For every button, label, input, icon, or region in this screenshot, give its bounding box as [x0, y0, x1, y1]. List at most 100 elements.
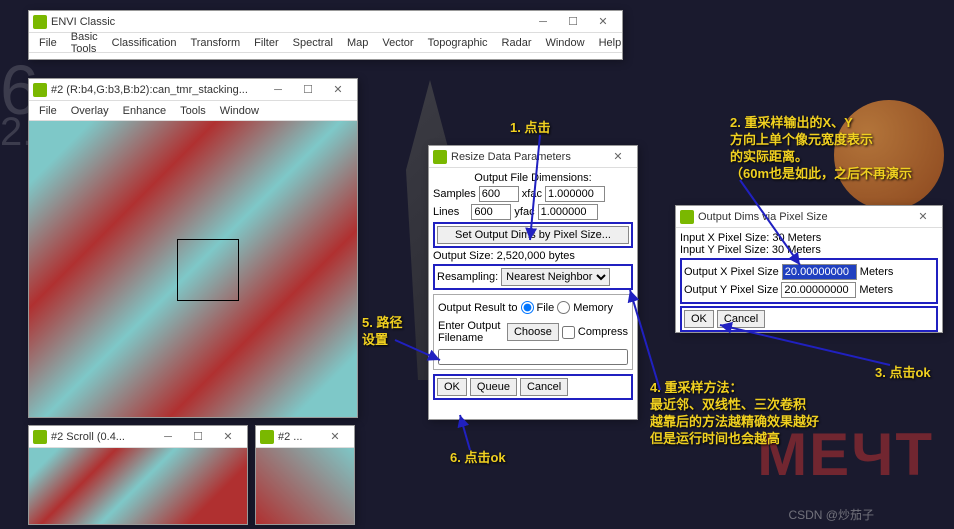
lines-label: Lines — [433, 206, 459, 218]
filename-label: Enter Output Filename — [438, 320, 504, 344]
minimize-button[interactable]: ─ — [153, 427, 183, 447]
zoom-title: #2 ... — [278, 431, 320, 443]
output-file-radio[interactable] — [521, 301, 534, 314]
envi-menubar: File Basic Tools Classification Transfor… — [29, 33, 622, 53]
annotation-4: 4. 重采样方法： 最近邻、双线性、三次卷积 越靠后的方法越精确效果越好 但是运… — [650, 380, 819, 448]
menu-window[interactable]: Window — [539, 35, 590, 51]
outdims-titlebar[interactable]: Output Dims via Pixel Size ✕ — [676, 206, 942, 228]
envi-main-window: ENVI Classic ─ ☐ ✕ File Basic Tools Clas… — [28, 10, 623, 60]
resize-data-dialog: Resize Data Parameters ✕ Output File Dim… — [428, 145, 638, 420]
cancel-button[interactable]: Cancel — [520, 378, 568, 396]
set-output-dims-button[interactable]: Set Output Dims by Pixel Size... — [437, 226, 629, 244]
menu-radar[interactable]: Radar — [496, 35, 538, 51]
samples-label: Samples — [433, 188, 476, 200]
image-canvas[interactable] — [29, 121, 357, 417]
close-button[interactable]: ✕ — [908, 207, 938, 227]
compress-checkbox[interactable] — [562, 326, 575, 339]
image-title: #2 (R:b4,G:b3,B:b2):can_tmr_stacking... — [51, 84, 263, 96]
output-y-label: Output Y Pixel Size — [684, 284, 778, 296]
image-menubar: File Overlay Enhance Tools Window — [29, 101, 357, 121]
menu-vector[interactable]: Vector — [376, 35, 419, 51]
queue-button[interactable]: Queue — [470, 378, 517, 396]
imgmenu-enhance[interactable]: Enhance — [117, 103, 172, 119]
zoom-canvas[interactable] — [256, 448, 354, 524]
menu-topographic[interactable]: Topographic — [422, 35, 494, 51]
meters-label: Meters — [860, 266, 894, 278]
scroll-canvas[interactable] — [29, 448, 247, 524]
annotation-3: 3. 点击ok — [875, 365, 931, 382]
menu-filter[interactable]: Filter — [248, 35, 284, 51]
zoom-window: #2 ... ✕ — [255, 425, 355, 525]
watermark: CSDN @炒茄子 — [788, 506, 874, 523]
cancel-button[interactable]: Cancel — [717, 310, 765, 328]
annotation-6: 6. 点击ok — [450, 450, 506, 467]
envi-app-icon — [433, 150, 447, 164]
imgmenu-tools[interactable]: Tools — [174, 103, 212, 119]
close-button[interactable]: ✕ — [320, 427, 350, 447]
annotation-1: 1. 点击 — [510, 120, 550, 137]
xfac-label: xfac — [522, 188, 542, 200]
memory-label: Memory — [573, 302, 613, 314]
resize-title: Resize Data Parameters — [451, 151, 603, 163]
envi-app-icon — [33, 83, 47, 97]
resampling-label: Resampling: — [437, 271, 498, 283]
ok-button[interactable]: OK — [684, 310, 714, 328]
output-x-label: Output X Pixel Size — [684, 266, 779, 278]
maximize-button[interactable]: ☐ — [293, 80, 323, 100]
envi-title: ENVI Classic — [51, 16, 528, 28]
menu-classification[interactable]: Classification — [106, 35, 183, 51]
ok-button[interactable]: OK — [437, 378, 467, 396]
envi-titlebar[interactable]: ENVI Classic ─ ☐ ✕ — [29, 11, 622, 33]
menu-help[interactable]: Help — [593, 35, 628, 51]
samples-input[interactable] — [479, 186, 519, 202]
output-x-input[interactable] — [782, 264, 857, 280]
imgmenu-file[interactable]: File — [33, 103, 63, 119]
scroll-window: #2 Scroll (0.4... ─ ☐ ✕ — [28, 425, 248, 525]
output-dims-dialog: Output Dims via Pixel Size ✕ Input X Pix… — [675, 205, 943, 333]
envi-app-icon — [33, 15, 47, 29]
yfac-input[interactable] — [538, 204, 598, 220]
menu-basic-tools[interactable]: Basic Tools — [65, 29, 104, 57]
menu-spectral[interactable]: Spectral — [287, 35, 339, 51]
image-display-window: #2 (R:b4,G:b3,B:b2):can_tmr_stacking... … — [28, 78, 358, 418]
close-button[interactable]: ✕ — [588, 12, 618, 32]
minimize-button[interactable]: ─ — [263, 80, 293, 100]
resampling-select[interactable]: Nearest Neighbor — [501, 268, 610, 286]
maximize-button[interactable]: ☐ — [558, 12, 588, 32]
minimize-button[interactable]: ─ — [528, 12, 558, 32]
filename-input[interactable] — [438, 349, 628, 365]
output-memory-radio[interactable] — [557, 301, 570, 314]
menu-transform[interactable]: Transform — [184, 35, 246, 51]
close-button[interactable]: ✕ — [603, 147, 633, 167]
close-button[interactable]: ✕ — [323, 80, 353, 100]
scroll-title: #2 Scroll (0.4... — [51, 431, 153, 443]
imgmenu-window[interactable]: Window — [214, 103, 265, 119]
xfac-input[interactable] — [545, 186, 605, 202]
output-dims-header: Output File Dimensions: — [433, 172, 633, 184]
input-y-size-text: Input Y Pixel Size: 30 Meters — [680, 244, 938, 256]
zoom-titlebar[interactable]: #2 ... ✕ — [256, 426, 354, 448]
menu-map[interactable]: Map — [341, 35, 374, 51]
file-label: File — [537, 302, 555, 314]
meters-label: Meters — [859, 284, 893, 296]
close-button[interactable]: ✕ — [213, 427, 243, 447]
input-x-size-text: Input X Pixel Size: 30 Meters — [680, 232, 938, 244]
envi-app-icon — [33, 430, 47, 444]
output-result-label: Output Result to — [438, 302, 518, 314]
annotation-5: 5. 路径 设置 — [362, 315, 402, 349]
choose-button[interactable]: Choose — [507, 323, 559, 341]
resize-titlebar[interactable]: Resize Data Parameters ✕ — [429, 146, 637, 168]
envi-app-icon — [260, 430, 274, 444]
lines-input[interactable] — [471, 204, 511, 220]
menu-file[interactable]: File — [33, 35, 63, 51]
maximize-button[interactable]: ☐ — [183, 427, 213, 447]
output-y-input[interactable] — [781, 282, 856, 298]
output-size-text: Output Size: 2,520,000 bytes — [433, 250, 633, 262]
yfac-label: yfac — [514, 206, 534, 218]
image-titlebar[interactable]: #2 (R:b4,G:b3,B:b2):can_tmr_stacking... … — [29, 79, 357, 101]
envi-app-icon — [680, 210, 694, 224]
annotation-2: 2. 重采样输出的X、Y 方向上单个像元宽度表示 的实际距离。 （60m也是如此… — [730, 115, 912, 183]
imgmenu-overlay[interactable]: Overlay — [65, 103, 115, 119]
scroll-titlebar[interactable]: #2 Scroll (0.4... ─ ☐ ✕ — [29, 426, 247, 448]
compress-label: Compress — [578, 326, 628, 338]
